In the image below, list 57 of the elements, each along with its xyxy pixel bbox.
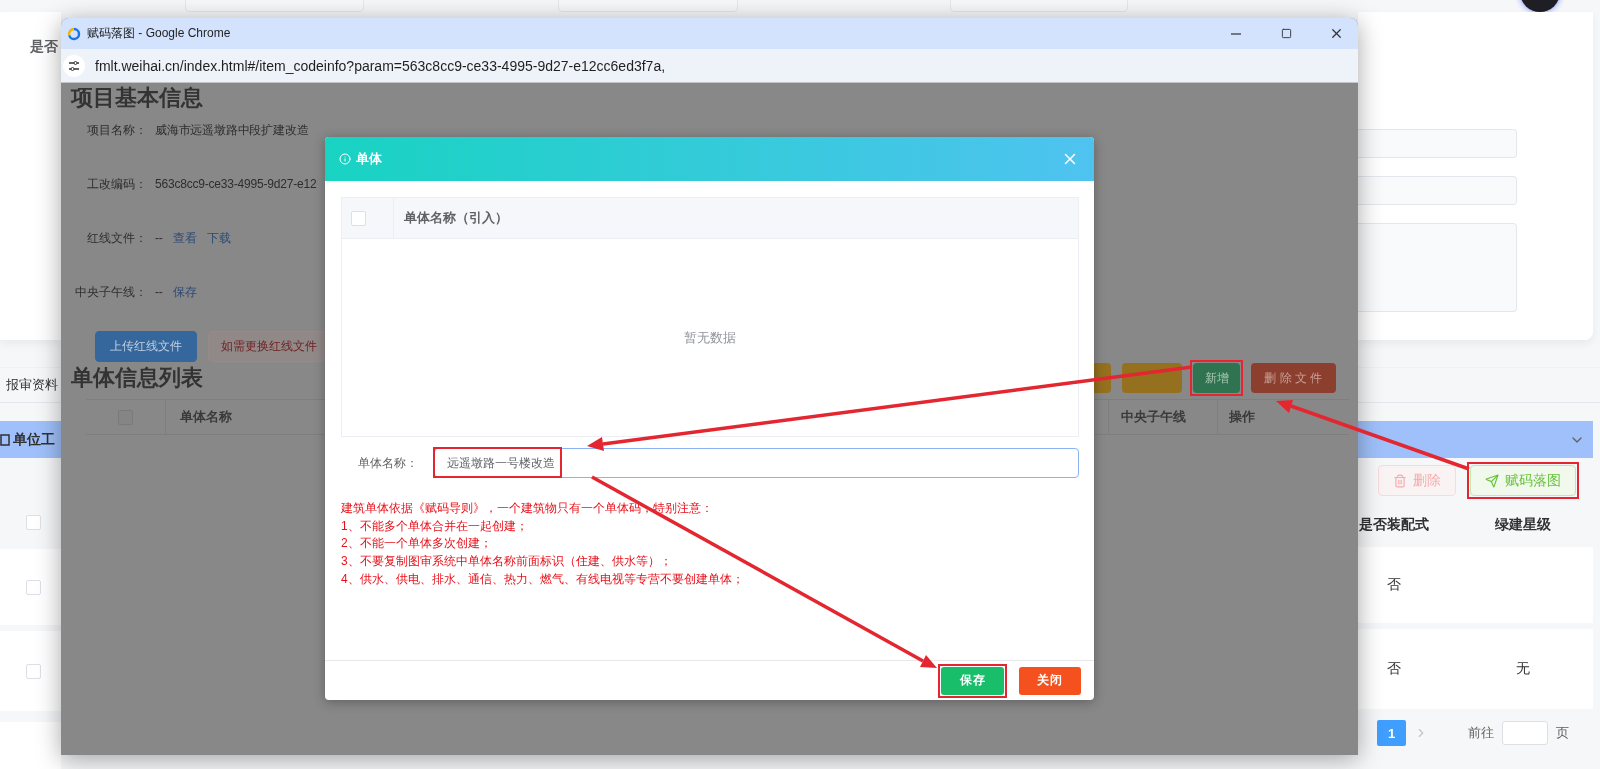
column-header: 操作 [1229, 408, 1255, 426]
column-header: 中央子午线 [1121, 408, 1186, 426]
trash-icon [1393, 473, 1407, 488]
column-header: 绿建星级 [1494, 516, 1552, 534]
section-heading: 单体信息列表 [71, 366, 203, 390]
note-text: 1、不能多个单体合并在一起创建； [341, 517, 529, 535]
text-field[interactable] [1358, 176, 1517, 205]
upload-button[interactable]: 上传红线文件 [95, 331, 197, 362]
section-bar: 单位工 [0, 421, 61, 458]
table-cell-text: 无 [1515, 660, 1531, 678]
field-label: 单体名称： [357, 454, 418, 472]
text-field[interactable] [1358, 129, 1517, 158]
toolbar-button[interactable]: 新增 [1193, 363, 1240, 393]
paper-plane-icon [1485, 473, 1499, 488]
link[interactable]: 下载 [206, 229, 231, 247]
field-value: -- [155, 285, 163, 299]
note-text: 建筑单体依据《赋码导则》，一个建筑物只有一个单体码，特别注意： [341, 500, 714, 517]
field-label: 红线文件： [86, 229, 147, 247]
maximize-icon [1280, 28, 1292, 39]
text-area[interactable] [1358, 223, 1517, 312]
field-label: 项目名称： [86, 121, 147, 139]
column-header: 单体名称（引入） [403, 209, 508, 227]
link[interactable]: 保存 [172, 283, 197, 301]
note-text: 2、不能一个单体多次创建； [341, 535, 493, 553]
name-field[interactable]: 远遥墩路一号楼改造 [434, 448, 1079, 478]
tab[interactable]: 报审资料 [6, 376, 58, 394]
submit-button[interactable]: 赋码落图 [1470, 465, 1576, 496]
dialog-title: 单体 [356, 150, 383, 168]
minimize-icon [1231, 32, 1241, 35]
field-label: 中央子午线： [74, 283, 147, 301]
empty-message: 暂无数据 [684, 328, 736, 347]
close-dialog-button[interactable]: 关闭 [1019, 666, 1081, 695]
info-icon [339, 153, 351, 165]
field-value: 威海市远遥墩路中段扩建改造 [155, 121, 309, 139]
window-title: 赋码落图 - Google Chrome [87, 25, 232, 42]
section-heading: 项目基本信息 [71, 86, 204, 110]
goto-label: 前往 [1468, 724, 1494, 742]
note-text: 4、供水、供电、排水、通信、热力、燃气、有线电视等专营不要创建单体； [341, 570, 745, 588]
table-cell-text: 否 [1386, 576, 1402, 594]
save-button[interactable]: 保存 [941, 666, 1004, 695]
field-label: 是否 [30, 38, 59, 56]
page-input[interactable] [1502, 721, 1548, 745]
folder-icon [0, 433, 10, 446]
field-value: 563c8cc9-ce33-4995-9d27-e12 [155, 177, 317, 191]
column-header: 单体名称 [180, 408, 232, 426]
site-settings-button[interactable] [63, 54, 85, 77]
field-value: -- [155, 231, 163, 245]
table-cell-text: 否 [1386, 660, 1402, 678]
page-button[interactable]: 1 [1377, 720, 1406, 746]
sliders-icon [68, 59, 80, 72]
note-text: 3、不要复制图审系统中单体名称前面标识（住建、供水等）； [341, 553, 673, 571]
link[interactable]: 查看 [172, 229, 197, 247]
toolbar-button[interactable]: 删 除 文 件 [1251, 363, 1336, 393]
page-label: 页 [1556, 724, 1569, 742]
field-label: 工改编码： [86, 175, 147, 193]
column-header: 是否装配式 [1358, 516, 1430, 534]
spinner-icon [67, 26, 81, 41]
